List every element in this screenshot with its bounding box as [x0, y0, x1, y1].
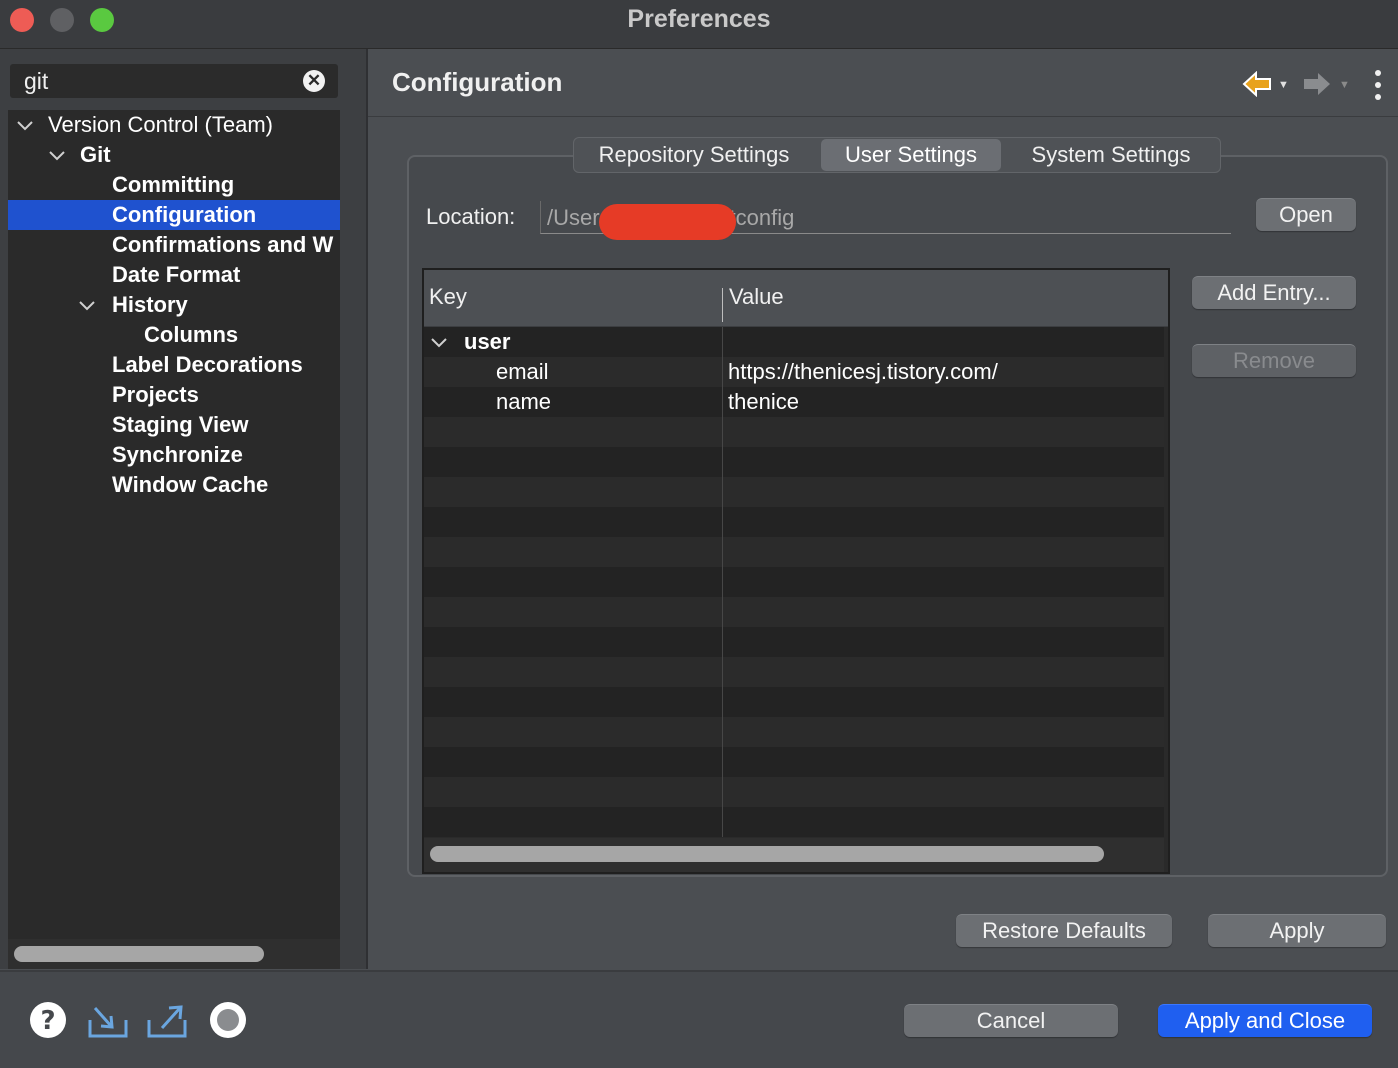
chevron-down-icon[interactable] — [78, 296, 96, 314]
key-cell: email — [496, 359, 549, 384]
tree-item-label: Confirmations and W — [112, 232, 334, 257]
settings-tabs: Repository Settings User Settings System… — [573, 137, 1221, 173]
table-row — [424, 627, 1164, 657]
tree-item[interactable]: Date Format — [8, 260, 340, 290]
export-icon[interactable] — [146, 1000, 187, 1040]
preference-tree: Version Control (Team) Git Committing Confi… — [8, 110, 340, 942]
column-separator[interactable] — [722, 288, 723, 322]
value-cell: thenice — [728, 389, 799, 414]
column-header-value[interactable]: Value — [729, 284, 784, 310]
table-row — [424, 747, 1164, 777]
tree-item-label: Synchronize — [112, 442, 243, 467]
window-title: Preferences — [627, 5, 771, 33]
dialog-footer: ? Cancel Apply and Close — [0, 970, 1398, 1068]
tree-item-label: Committing — [112, 172, 235, 197]
main-panel: Configuration ▼ ▼ Repository Settings Us… — [368, 49, 1398, 969]
table-row — [424, 417, 1164, 447]
tree-item[interactable]: Version Control (Team) — [8, 110, 340, 140]
record-icon[interactable] — [208, 1000, 248, 1040]
forward-arrow-icon[interactable] — [1302, 71, 1332, 102]
table-row[interactable]: email https://thenicesj.tistory.com/ — [424, 357, 1164, 387]
open-button[interactable]: Open — [1256, 198, 1356, 231]
tree-item-label: Git — [80, 142, 111, 167]
sidebar: ✕ Version Control (Team) GitCommitting Con… — [0, 49, 368, 969]
location-value-suffix: tconfig — [729, 205, 795, 230]
table-row — [424, 537, 1164, 567]
chevron-down-icon[interactable] — [16, 116, 34, 134]
remove-button[interactable]: Remove — [1192, 344, 1356, 377]
apply-and-close-button[interactable]: Apply and Close — [1158, 1004, 1372, 1037]
column-divider — [722, 327, 723, 837]
location-label: Location: — [426, 204, 516, 229]
key-cell: name — [496, 389, 552, 414]
add-entry-button[interactable]: Add Entry... — [1192, 276, 1356, 309]
title-bar: Preferences — [0, 0, 1398, 49]
table-row — [424, 597, 1164, 627]
more-options-icon[interactable] — [1372, 69, 1384, 101]
table-row — [424, 567, 1164, 597]
table-row — [424, 447, 1164, 477]
tree-item-label: Columns — [144, 322, 239, 347]
tree-item-label: Date Format — [112, 262, 241, 287]
tree-item[interactable]: Configuration — [8, 200, 340, 230]
tab-system-settings[interactable]: System Settings — [1006, 139, 1216, 171]
value-cell: https://thenicesj.tistory.com/ — [728, 359, 998, 384]
key-cell: user — [464, 329, 511, 354]
help-icon[interactable]: ? — [28, 1000, 68, 1040]
tab-user-settings[interactable]: User Settings — [821, 139, 1001, 171]
tree-item[interactable]: Committing — [8, 170, 340, 200]
tree-item[interactable]: Git — [8, 140, 340, 170]
tree-item[interactable]: Confirmations and W — [8, 230, 340, 260]
tree-item[interactable]: Columns — [8, 320, 340, 350]
table-header: Key Value — [424, 270, 1168, 327]
search-box: ✕ — [10, 64, 338, 98]
table-row[interactable]: name thenice — [424, 387, 1164, 417]
page-title: Configuration — [392, 67, 563, 97]
tree-item-label: Staging View — [112, 412, 249, 437]
tree-item[interactable]: Window Cache — [8, 470, 340, 500]
table-row — [424, 687, 1164, 717]
tree-item[interactable]: Synchronize — [8, 440, 340, 470]
back-arrow-icon[interactable] — [1242, 70, 1272, 102]
table-row — [424, 807, 1164, 837]
chevron-down-icon[interactable] — [48, 146, 66, 164]
table-row — [424, 657, 1164, 687]
search-input[interactable] — [24, 67, 294, 95]
table-row — [424, 717, 1164, 747]
clear-search-icon[interactable]: ✕ — [303, 70, 325, 92]
column-header-key[interactable]: Key — [429, 284, 467, 310]
tree-item[interactable]: Label Decorations — [8, 350, 340, 380]
tree-item-label: History — [112, 292, 188, 317]
tree-item[interactable]: Projects — [8, 380, 340, 410]
redaction-mark — [599, 204, 736, 240]
tree-item-label: Window Cache — [112, 472, 269, 497]
restore-defaults-button[interactable]: Restore Defaults — [956, 914, 1172, 947]
table-row — [424, 777, 1164, 807]
tree-item-label: Configuration — [112, 202, 257, 227]
cancel-button[interactable]: Cancel — [904, 1004, 1118, 1037]
table-row[interactable]: user — [424, 327, 1164, 357]
import-icon[interactable] — [87, 1000, 128, 1040]
apply-button[interactable]: Apply — [1208, 914, 1386, 947]
tree-item-label: Label Decorations — [112, 352, 303, 377]
config-table: Key Value user email https://thenicesj.tis… — [422, 268, 1170, 874]
tree-item[interactable]: History — [8, 290, 340, 320]
table-row — [424, 477, 1164, 507]
tree-item[interactable]: Staging View — [8, 410, 340, 440]
location-value-prefix: /User — [547, 205, 600, 230]
back-dropdown-icon[interactable]: ▼ — [1278, 79, 1289, 91]
svg-text:?: ? — [40, 1006, 55, 1036]
table-scrollbar[interactable] — [430, 846, 1104, 862]
header-divider — [368, 116, 1398, 117]
table-row — [424, 507, 1164, 537]
forward-dropdown-icon[interactable]: ▼ — [1339, 79, 1350, 91]
tree-item-label: Projects — [112, 382, 199, 407]
chevron-down-icon[interactable] — [430, 333, 448, 356]
tab-repository-settings[interactable]: Repository Settings — [574, 139, 814, 171]
tree-item-label: Version Control (Team) — [48, 112, 273, 137]
sidebar-scrollbar[interactable] — [14, 946, 264, 962]
